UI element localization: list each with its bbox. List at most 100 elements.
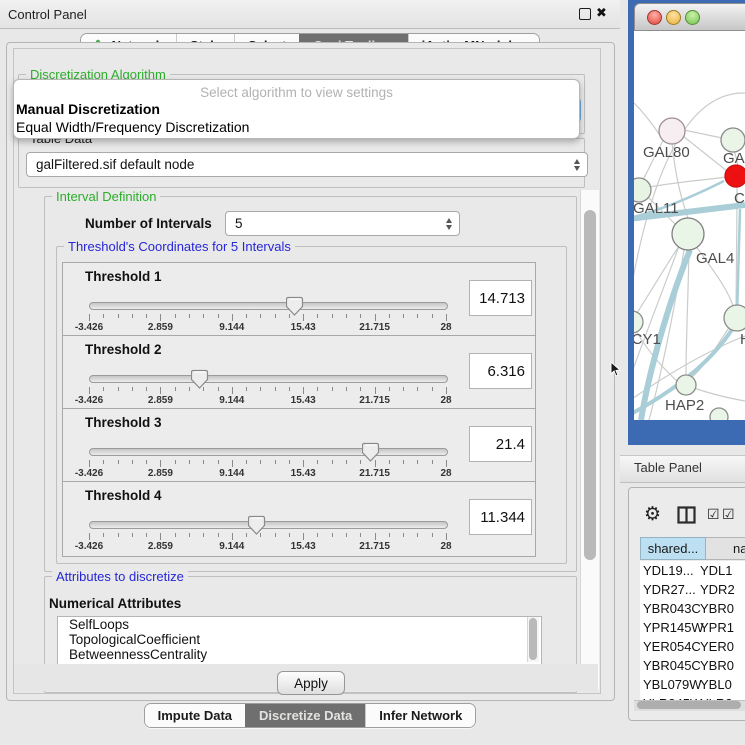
threshold-value-field[interactable]: 21.4 <box>469 426 532 462</box>
cell-name: YPR1 <box>700 618 734 637</box>
table-row[interactable]: YPR145WYPR1 <box>640 618 745 637</box>
attribute-list-item[interactable]: TopologicalCoefficient <box>58 632 541 647</box>
network-node[interactable] <box>710 408 728 420</box>
threshold-label: Threshold 1 <box>85 269 162 284</box>
table-data-combo[interactable]: galFiltered.sif default node <box>26 152 588 177</box>
slider-tick-label: 15.43 <box>291 322 316 333</box>
slider-thumb[interactable] <box>191 369 209 390</box>
network-node-hap2[interactable] <box>676 375 696 395</box>
gear-icon[interactable]: ⚙ <box>644 503 661 526</box>
combo-spinner-icon <box>574 159 580 171</box>
slider-track[interactable] <box>89 302 448 310</box>
slider-thumb[interactable] <box>286 296 304 317</box>
network-node-gal4[interactable] <box>672 218 704 250</box>
close-icon[interactable]: ✖ <box>596 5 607 21</box>
network-node-gcy1[interactable] <box>634 311 643 333</box>
attribute-list-item[interactable]: BetweennessCentrality <box>58 647 541 662</box>
network-node-gal11[interactable] <box>634 178 651 202</box>
slider-tick-label: 15.43 <box>291 541 316 552</box>
tab-label: Infer Network <box>379 704 462 727</box>
network-node-label: GAL80 <box>643 144 690 161</box>
network-edge <box>686 250 689 376</box>
slider-tick-label: 28 <box>440 468 451 479</box>
tab-label: Impute Data <box>158 704 232 727</box>
algorithm-option-equal-width[interactable]: Equal Width/Frequency Discretization <box>16 119 249 135</box>
control-panel-titlebar <box>0 0 620 29</box>
slider-tick-label: 9.144 <box>219 541 244 552</box>
checkbox-icon[interactable]: ☑ <box>707 506 720 523</box>
table-scrollbar-thumb[interactable] <box>637 701 741 709</box>
slider-tick-label: 28 <box>440 395 451 406</box>
cell-shared-name: YDL19... <box>643 561 694 580</box>
slider-tick-label: 2.859 <box>148 395 173 406</box>
table-row[interactable]: YER054CYER0 <box>640 637 745 656</box>
combo-spinner-icon <box>446 218 452 230</box>
threshold-value-field[interactable]: 11.344 <box>469 499 532 535</box>
network-node-label: GAL11 <box>634 200 679 217</box>
slider-tick-label: 2.859 <box>148 468 173 479</box>
slider-tick-label: 9.144 <box>219 468 244 479</box>
slider-tick-label: 9.144 <box>219 395 244 406</box>
slider-tick-label: -3.426 <box>75 322 103 333</box>
network-edge <box>737 209 740 316</box>
numerical-attributes-label: Numerical Attributes <box>49 596 181 611</box>
slider-thumb[interactable] <box>248 515 266 536</box>
network-node-gal80[interactable] <box>659 118 685 144</box>
minimize-traffic-light-icon[interactable] <box>666 10 681 25</box>
slider-tick-label: -3.426 <box>75 395 103 406</box>
table-row[interactable]: YBR045CYBR0 <box>640 656 745 675</box>
number-of-intervals-combo[interactable]: 5 <box>225 211 460 236</box>
algorithm-option-manual[interactable]: Manual Discretization <box>16 101 160 117</box>
threshold-panel: Threshold 4-3.4262.8599.14415.4321.71528… <box>62 481 536 557</box>
float-window-icon[interactable] <box>579 8 591 20</box>
checkbox-icon[interactable]: ☑ <box>722 506 735 523</box>
tab-label: Discretize Data <box>259 704 352 727</box>
slider-tick-label: 2.859 <box>148 541 173 552</box>
network-node-c[interactable] <box>725 165 745 187</box>
control-panel-title: Control Panel <box>8 7 87 22</box>
column-header-name[interactable]: na... <box>706 537 745 560</box>
table-row[interactable]: YBR043CYBR0 <box>640 599 745 618</box>
network-node-label: C <box>734 190 745 207</box>
table-row[interactable]: YBL079WYBL0 <box>640 675 745 694</box>
table-row[interactable]: YDL19...YDL1 <box>640 561 745 580</box>
slider-track[interactable] <box>89 521 448 529</box>
table-row[interactable]: YDR27...YDR2 <box>640 580 745 599</box>
slider-thumb[interactable] <box>362 442 380 463</box>
network-canvas[interactable]: GAL80GACGAL11GAL4GCY1HHAP2 <box>634 31 745 420</box>
slider-track[interactable] <box>89 375 448 383</box>
threshold-value-field[interactable]: 14.713 <box>469 280 532 316</box>
tab-discretize-data[interactable]: Discretize Data <box>245 704 365 727</box>
interval-definition-group-title: Interval Definition <box>52 189 160 204</box>
columns-icon[interactable] <box>677 506 697 524</box>
tab-infer-network[interactable]: Infer Network <box>365 704 475 727</box>
cell-name: YDR2 <box>700 580 735 599</box>
network-node-ga[interactable] <box>721 128 745 152</box>
slider-tick-label: 21.715 <box>359 541 390 552</box>
zoom-traffic-light-icon[interactable] <box>685 10 700 25</box>
numerical-attributes-list[interactable]: SelfLoopsTopologicalCoefficientBetweenne… <box>57 616 542 665</box>
attributes-group-title: Attributes to discretize <box>52 569 188 584</box>
network-node-label: GA <box>723 150 745 167</box>
mouse-cursor <box>610 362 622 378</box>
algorithm-dropdown-popup: Select algorithm to view settings Manual… <box>13 79 580 139</box>
cell-name: YER0 <box>700 637 734 656</box>
threshold-value-field[interactable]: 6.316 <box>469 353 532 389</box>
cell-name: YBL0 <box>700 675 732 694</box>
threshold-label: Threshold 4 <box>85 488 162 503</box>
column-header-shared-name[interactable]: shared... <box>640 537 706 560</box>
threshold-label: Threshold 3 <box>85 415 162 430</box>
slider-track[interactable] <box>89 448 448 456</box>
close-traffic-light-icon[interactable] <box>647 10 662 25</box>
table-data-combo-value: galFiltered.sif default node <box>36 157 194 172</box>
attribute-list-item[interactable]: SelfLoops <box>58 617 541 632</box>
network-node-h[interactable] <box>724 305 745 331</box>
slider-tick-label: 15.43 <box>291 395 316 406</box>
tab-impute-data[interactable]: Impute Data <box>145 704 245 727</box>
cell-shared-name: YBL079W <box>643 675 702 694</box>
network-edge <box>634 103 659 134</box>
panel-scrollbar[interactable] <box>580 190 599 690</box>
apply-button[interactable]: Apply <box>277 671 345 695</box>
slider-tick-label: 28 <box>440 541 451 552</box>
attributes-scrollbar[interactable] <box>527 617 539 662</box>
